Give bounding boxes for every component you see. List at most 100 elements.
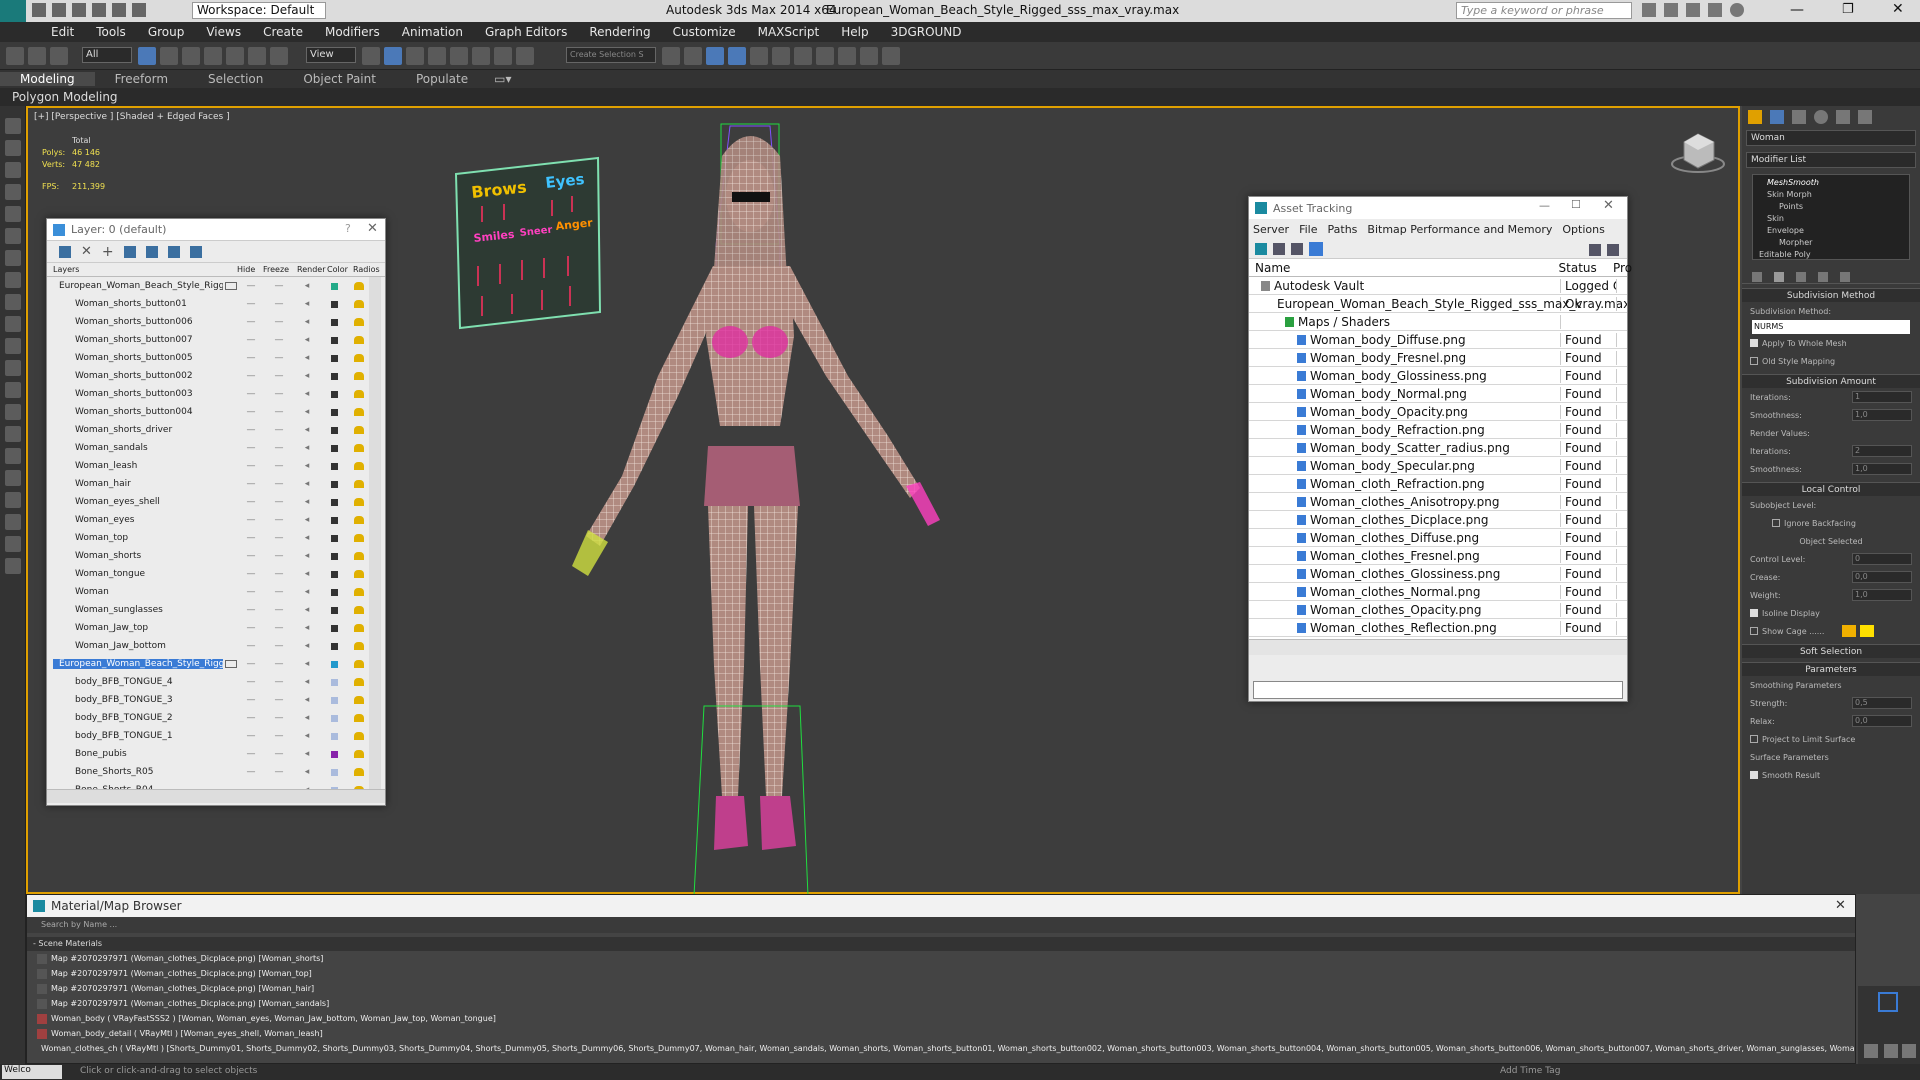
hide-toggle-icon[interactable]: — — [237, 299, 265, 309]
pin-stack-icon[interactable] — [1752, 272, 1762, 282]
render-toggle-icon[interactable]: ◂ — [293, 587, 321, 597]
render-toggle-icon[interactable]: ◂ — [293, 641, 321, 651]
maxscript-listener[interactable]: Welco — [2, 1065, 62, 1079]
hide-toggle-icon[interactable]: — — [237, 515, 265, 525]
favorites-star-icon[interactable] — [1708, 3, 1722, 17]
radiosity-teapot-icon[interactable] — [354, 354, 364, 362]
asset-row[interactable]: Woman_clothes_Fresnel.png Found — [1249, 547, 1627, 565]
menu-3dground[interactable]: 3DGROUND — [880, 25, 973, 39]
layer-row[interactable]: Woman_eyes_shell — — ◂ — [53, 493, 385, 511]
radiosity-teapot-icon[interactable] — [354, 408, 364, 416]
radiosity-teapot-icon[interactable] — [354, 426, 364, 434]
viewcube-icon[interactable] — [1668, 128, 1728, 178]
hide-toggle-icon[interactable]: — — [237, 605, 265, 615]
hide-toggle-icon[interactable]: — — [237, 731, 265, 741]
layer-color-swatch[interactable] — [331, 678, 338, 686]
layer-row[interactable]: body_BFB_TONGUE_4— — ◂ — [53, 673, 385, 691]
asset-tracking-window[interactable]: Asset Tracking — ☐ ✕ Server File Paths Bitm… — [1248, 196, 1632, 702]
layer-color-swatch[interactable] — [331, 516, 338, 524]
undo-icon[interactable] — [92, 3, 106, 17]
asset-col-name[interactable]: Name — [1255, 261, 1559, 275]
camera-icon[interactable] — [4, 360, 21, 376]
relax-spinner[interactable]: 0,0 — [1852, 715, 1912, 727]
system-icon[interactable] — [4, 426, 21, 442]
fov-icon[interactable] — [4, 184, 21, 200]
layer-color-swatch[interactable] — [331, 552, 338, 560]
col-render[interactable]: Render — [297, 265, 327, 274]
keyboard-shortcut-icon[interactable] — [406, 47, 424, 65]
freeze-toggle-icon[interactable]: — — [265, 425, 293, 435]
freeze-toggle-icon[interactable]: — — [265, 317, 293, 327]
freeze-toggle-icon[interactable]: — — [265, 533, 293, 543]
freeze-toggle-icon[interactable]: — — [265, 461, 293, 471]
asset-row[interactable]: Woman_clothes_Dicplace.png Found — [1249, 511, 1627, 529]
asset-row[interactable]: Woman_body_Specular.png Found — [1249, 457, 1627, 475]
radiosity-teapot-icon[interactable] — [354, 534, 364, 542]
list-view-icon[interactable] — [1273, 242, 1285, 255]
layer-row[interactable]: Woman_hair — — ◂ — [53, 475, 385, 493]
layer-color-swatch[interactable] — [331, 570, 338, 578]
modifier-stack-item[interactable]: Skin — [1757, 213, 1905, 225]
layer-manager-window[interactable]: Layer: 0 (default) ? ✕ ✕ + Layers Hide F… — [46, 218, 386, 806]
app-logo-icon[interactable] — [0, 0, 26, 22]
hide-all-icon[interactable] — [167, 245, 180, 258]
radiosity-teapot-icon[interactable] — [354, 732, 364, 740]
layer-row[interactable]: Woman_shorts — — ◂ — [53, 547, 385, 565]
layer-manager-icon[interactable] — [728, 47, 746, 65]
freeze-toggle-icon[interactable]: — — [265, 623, 293, 633]
asset-path-field[interactable] — [1253, 681, 1623, 699]
move-icon[interactable] — [226, 47, 244, 65]
asset-row[interactable]: Woman_clothes_Anisotropy.png Found — [1249, 493, 1627, 511]
modifier-list-dropdown[interactable]: Modifier List — [1746, 152, 1916, 168]
utilities-tab-icon[interactable] — [1858, 110, 1872, 124]
communication-icon[interactable] — [1686, 3, 1700, 17]
project-folder-icon[interactable] — [132, 3, 146, 17]
layer-color-swatch[interactable] — [331, 786, 338, 789]
layer-row[interactable]: body_BFB_TONGUE_2— — ◂ — [53, 709, 385, 727]
add-time-tag[interactable]: Add Time Tag — [1500, 1066, 1560, 1076]
hide-toggle-icon[interactable]: — — [237, 785, 265, 789]
freeze-toggle-icon[interactable]: — — [265, 371, 293, 381]
modifier-stack-item[interactable]: Points — [1757, 201, 1905, 213]
asset-row[interactable]: Woman_body_Glossiness.png Found — [1249, 367, 1627, 385]
subscription-icon[interactable] — [1664, 3, 1678, 17]
render-toggle-icon[interactable]: ◂ — [293, 479, 321, 489]
asset-row[interactable]: Woman_clothes_Opacity.png Found — [1249, 601, 1627, 619]
render-toggle-icon[interactable]: ◂ — [293, 281, 321, 291]
layer-color-swatch[interactable] — [331, 372, 338, 380]
radiosity-teapot-icon[interactable] — [354, 624, 364, 632]
layer-row[interactable]: Woman_shorts_button007— — ◂ — [53, 331, 385, 349]
menu-edit[interactable]: Edit — [40, 25, 85, 39]
scene-materials-header[interactable]: - Scene Materials — [27, 937, 1855, 951]
minimize-button[interactable]: — — [1790, 2, 1804, 18]
menu-maxscript[interactable]: MAXScript — [747, 25, 831, 39]
layer-h-scrollbar[interactable] — [47, 789, 385, 803]
radiosity-teapot-icon[interactable] — [354, 786, 364, 789]
render-toggle-icon[interactable]: ◂ — [293, 317, 321, 327]
material-item[interactable]: Map #2070297971 (Woman_clothes_Dicplace.… — [37, 996, 1855, 1011]
asset-maximize-button[interactable]: ☐ — [1571, 198, 1581, 211]
smooth-result-checkbox[interactable] — [1750, 771, 1758, 779]
layer-row[interactable]: Woman_shorts_button01— — ◂ — [53, 295, 385, 313]
character-wireframe[interactable] — [508, 106, 1048, 898]
render-toggle-icon[interactable]: ◂ — [293, 713, 321, 723]
freeze-toggle-icon[interactable]: — — [265, 479, 293, 489]
hide-toggle-icon[interactable]: — — [237, 641, 265, 651]
layer-row[interactable]: European_Woman_Beach_Style_Rigged_sss——◂ — [53, 277, 385, 295]
radiosity-teapot-icon[interactable] — [354, 462, 364, 470]
asset-row[interactable]: Woman_body_Normal.png Found — [1249, 385, 1627, 403]
render-toggle-icon[interactable]: ◂ — [293, 443, 321, 453]
radiosity-teapot-icon[interactable] — [354, 642, 364, 650]
configure-sets-icon[interactable] — [1840, 272, 1850, 282]
radiosity-teapot-icon[interactable] — [354, 444, 364, 452]
layer-row[interactable]: Woman_shorts_button006— — ◂ — [53, 313, 385, 331]
modifier-stack-item[interactable]: Skin Morph — [1757, 189, 1905, 201]
render-toggle-icon[interactable]: ◂ — [293, 533, 321, 543]
tab-freeform[interactable]: Freeform — [95, 72, 188, 86]
layer-color-swatch[interactable] — [331, 480, 338, 488]
hide-toggle-icon[interactable]: — — [237, 587, 265, 597]
menu-modifiers[interactable]: Modifiers — [314, 25, 391, 39]
sphere-light-icon[interactable] — [4, 250, 21, 266]
render-toggle-icon[interactable]: ◂ — [293, 695, 321, 705]
layer-row[interactable]: Woman_sunglasses — — ◂ — [53, 601, 385, 619]
